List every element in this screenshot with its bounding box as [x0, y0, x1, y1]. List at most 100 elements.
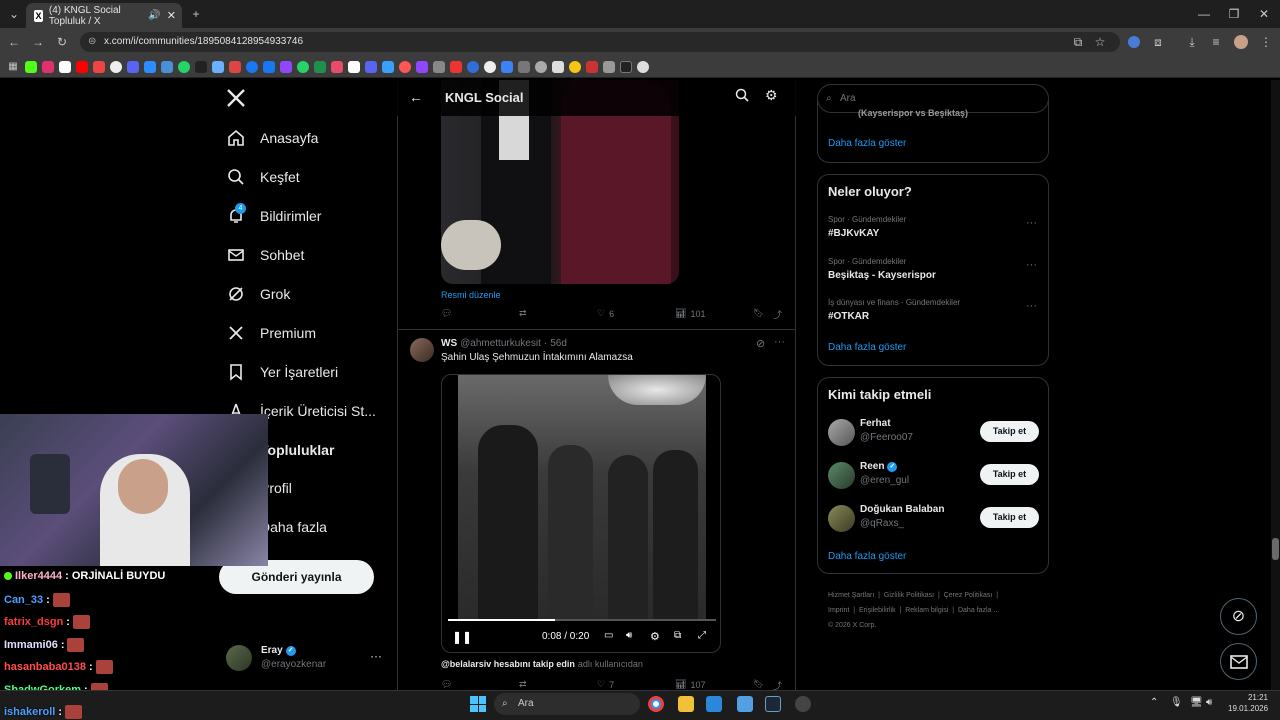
bookmark-icon-27[interactable]: [484, 60, 496, 73]
microphone-icon[interactable]: 🎙︎: [1170, 697, 1183, 708]
bookmark-icon-28[interactable]: [501, 60, 513, 73]
download-icon[interactable]: ⤓: [1182, 32, 1202, 52]
whatsapp-bookmark-icon[interactable]: [178, 60, 190, 73]
reading-list-icon[interactable]: ≡: [1206, 32, 1226, 52]
repost-icon[interactable]: ⇄: [519, 308, 527, 319]
back-arrow-icon[interactable]: ←: [409, 89, 423, 105]
youtube-bookmark-icon[interactable]: [76, 60, 88, 73]
volume-icon[interactable]: 🔊︎: [626, 630, 632, 641]
bookmark-icon-17[interactable]: [314, 60, 326, 73]
nav-item-chat[interactable]: Sohbet: [226, 237, 304, 273]
follow-button[interactable]: Takip et: [980, 507, 1039, 528]
network-icon[interactable]: 🖥︎: [1190, 697, 1203, 708]
trend-more-icon[interactable]: ···: [1026, 259, 1037, 271]
twitch-bookmark-icon[interactable]: [280, 60, 292, 73]
video-settings-icon[interactable]: ⚙: [650, 630, 660, 643]
footer-link[interactable]: Gizlilik Politikası: [884, 592, 934, 599]
app-taskbar-icon[interactable]: [737, 696, 753, 712]
nav-item-grok[interactable]: Grok: [226, 276, 290, 312]
bookmark-icon-31[interactable]: [552, 60, 564, 73]
forward-icon[interactable]: →: [28, 32, 48, 52]
captions-icon[interactable]: ▭: [604, 630, 613, 641]
trend-item[interactable]: Spor · Gündemdekiler #BJKvKAY ···: [818, 211, 1048, 247]
show-more-link[interactable]: Daha fazla göster: [828, 342, 906, 353]
video-progress-track[interactable]: [448, 619, 716, 621]
bookmark-icon-10[interactable]: [195, 60, 207, 73]
follow-button[interactable]: Takip et: [980, 421, 1039, 442]
like-button[interactable]: ♡ 7: [597, 679, 614, 690]
post-more-icon[interactable]: ···: [774, 336, 785, 348]
bookmark-icon[interactable]: 🔖︎: [753, 679, 764, 690]
bookmark-icon-26[interactable]: [467, 60, 479, 73]
profile-avatar-icon[interactable]: [1234, 35, 1248, 49]
follow-suggestion[interactable]: Reen ✓ @eren_gul Takip et: [818, 457, 1048, 493]
gear-icon[interactable]: ⚙: [765, 87, 778, 104]
bookmark-star-icon[interactable]: ☆: [1090, 32, 1110, 52]
follow-button[interactable]: Takip et: [980, 464, 1039, 485]
app-taskbar-icon[interactable]: [795, 696, 811, 712]
x-bookmark-icon[interactable]: [59, 60, 71, 73]
show-more-link[interactable]: Daha fazla göster: [828, 138, 906, 149]
account-switcher[interactable]: Eray ✓ @erayozkenar ···: [226, 645, 386, 675]
facebook-bookmark-icon[interactable]: [263, 60, 275, 73]
footer-link[interactable]: Erişilebilirlik: [859, 607, 896, 614]
steam-icon[interactable]: [765, 696, 781, 712]
taskbar-search-input[interactable]: ⌕ Ara: [494, 693, 640, 715]
nav-item-explore[interactable]: Keşfet: [226, 159, 300, 195]
tab-close-icon[interactable]: ✕: [167, 9, 176, 22]
store-icon[interactable]: [706, 696, 722, 712]
show-more-link[interactable]: Daha fazla göster: [828, 551, 906, 562]
chrome-menu-icon[interactable]: ⋮: [1256, 32, 1276, 52]
page-scrollbar[interactable]: [1271, 80, 1280, 690]
pause-icon[interactable]: ❚❚: [452, 630, 472, 644]
volume-icon[interactable]: 🔊︎: [1206, 697, 1212, 708]
footer-link[interactable]: Çerez Politikası: [944, 592, 993, 599]
bookmark-icon-25[interactable]: [450, 60, 462, 73]
messages-float-button[interactable]: [1220, 643, 1257, 680]
footer-link[interactable]: Imprint: [828, 607, 849, 614]
bookmark-icon-29[interactable]: [518, 60, 530, 73]
repost-icon[interactable]: ⇄: [519, 679, 527, 690]
footer-link[interactable]: Daha fazla ...: [958, 607, 999, 614]
instagram-bookmark-icon[interactable]: [42, 60, 54, 73]
trend-item[interactable]: İş dünyası ve finans · Gündemdekiler #OT…: [818, 295, 1048, 331]
account-more-icon[interactable]: ···: [370, 649, 382, 663]
bookmark-icon-34[interactable]: [603, 60, 615, 73]
video-player[interactable]: ❚❚ 0:08 / 0:20 ▭ 🔊︎ ⚙ ⧉ ⤢: [441, 374, 721, 653]
nav-item-premium[interactable]: Premium: [226, 315, 316, 351]
bookmark-icon-33[interactable]: [586, 60, 598, 73]
bookmark-icon-24[interactable]: [433, 60, 445, 73]
bookmark-icon-12[interactable]: [229, 60, 241, 73]
grok-float-icon[interactable]: ⊘: [1220, 598, 1257, 635]
trend-more-icon[interactable]: ···: [1026, 300, 1037, 312]
like-button[interactable]: ♡ 6: [597, 308, 614, 319]
x-logo-icon[interactable]: [226, 88, 248, 110]
bookmark-icon-16[interactable]: [297, 60, 309, 73]
edit-image-link[interactable]: Resmi düzenle: [441, 290, 501, 300]
avatar[interactable]: [410, 338, 434, 362]
scrollbar-thumb[interactable]: [1272, 538, 1279, 560]
bookmark-icon-22[interactable]: [399, 60, 411, 73]
window-close-icon[interactable]: ✕: [1254, 4, 1274, 24]
bookmark-icon-11[interactable]: [212, 60, 224, 73]
share-icon[interactable]: ⤴: [773, 308, 782, 321]
gmail-bookmark-icon[interactable]: [93, 60, 105, 73]
reload-icon[interactable]: ↻: [52, 32, 72, 52]
trend-more-icon[interactable]: ···: [1026, 217, 1037, 229]
browser-tab[interactable]: X (4) KNGL Social Topluluk / X 🔊 ✕: [26, 3, 182, 28]
file-explorer-icon[interactable]: [678, 696, 694, 712]
bookmark-icon-19[interactable]: [348, 60, 360, 73]
install-app-icon[interactable]: ⧉: [1068, 32, 1088, 52]
follow-suggestion[interactable]: Ferhat @Feeroo07 Takip et: [818, 414, 1048, 450]
views-button[interactable]: 📊︎ 107: [675, 679, 705, 690]
windows-start-icon[interactable]: [470, 696, 486, 712]
tray-chevron-icon[interactable]: ⌃: [1150, 697, 1158, 708]
bookmark-icon-18[interactable]: [331, 60, 343, 73]
back-icon[interactable]: ←: [4, 32, 24, 52]
bookmark-icon-6[interactable]: [127, 60, 139, 73]
bookmark-icon-13[interactable]: [246, 60, 258, 73]
attribution-link[interactable]: @belalarsiv hesabını takip edin: [441, 659, 575, 669]
share-icon[interactable]: ⤴: [773, 679, 782, 690]
grok-explain-icon[interactable]: ⊘: [756, 337, 765, 350]
pip-icon[interactable]: ⧉: [674, 630, 681, 641]
